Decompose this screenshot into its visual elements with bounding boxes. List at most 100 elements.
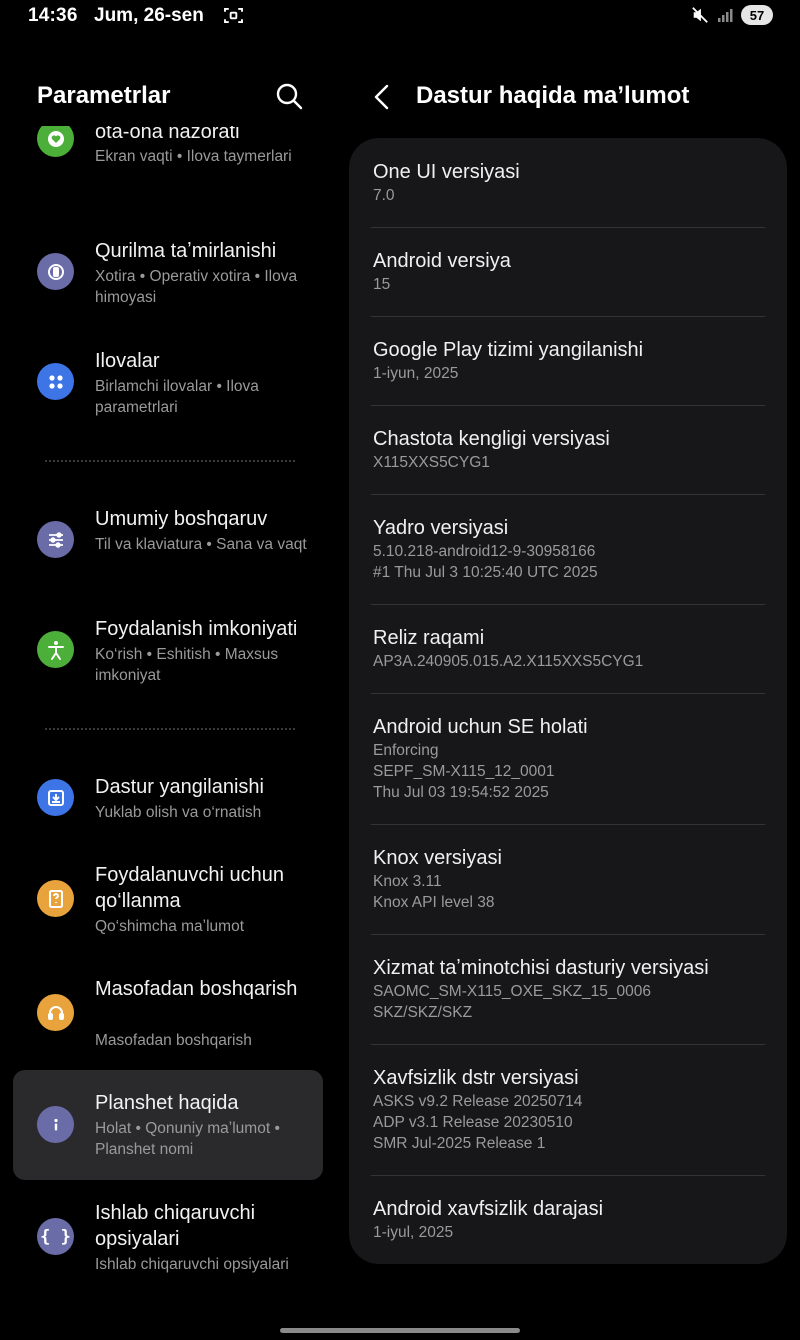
info-row-security-patch-level[interactable]: Android xavfsizlik darajasi 1-iyul, 2025 — [373, 1196, 765, 1243]
row-separator — [371, 934, 765, 935]
info-row-android-version[interactable]: Android versiya 15 — [373, 248, 765, 295]
detail-title: Dastur haqida maʼlumot — [416, 82, 690, 109]
menu-item-subtitle: Holat • Qonuniy maʼlumot • Planshet nomi — [95, 1120, 280, 1158]
info-label: One UI versiyasi — [373, 161, 520, 183]
info-icon — [37, 1106, 74, 1143]
settings-header: Parametrlar — [37, 82, 307, 114]
menu-item-general-management[interactable]: Umumiy boshqaruv Til va klaviatura • San… — [13, 494, 323, 578]
status-time: 14:36 — [28, 5, 78, 26]
menu-item-subtitle: Ko‘rish • Eshitish • Maxsus imkoniyat — [95, 646, 279, 684]
menu-item-subtitle: Qo‘shimcha maʼlumot — [95, 918, 245, 935]
menu-item-user-manual[interactable]: Foydalanuvchi uchun qo‘llanma Qo‘shimcha… — [13, 850, 323, 950]
row-separator — [371, 693, 765, 694]
menu-item-remote-support[interactable]: Masofadan boshqarish Masofadan boshqaris… — [13, 964, 323, 1064]
menu-item-title: Masofadan boshqarish — [95, 978, 298, 1000]
menu-item-title: Dastur yangilanishi — [95, 776, 264, 798]
menu-item-title: Foydalanish imkoniyati — [95, 618, 298, 640]
menu-item-subtitle: Xotira • Operativ xotira • Ilova himoyas… — [95, 268, 298, 306]
menu-item-title: ota-ona nazorati — [95, 126, 240, 143]
battery-indicator: 57 — [741, 5, 773, 25]
menu-item-accessibility[interactable]: Foydalanish imkoniyati Ko‘rish • Eshitis… — [13, 604, 323, 688]
menu-item-title: Umumiy boshqaruv — [95, 508, 268, 530]
row-separator — [371, 604, 765, 605]
back-arrow-icon[interactable] — [370, 83, 396, 111]
info-value: 1-iyun, 2025 — [373, 365, 459, 382]
menu-item-title: Ilovalar — [95, 350, 160, 372]
settings-title: Parametrlar — [37, 82, 171, 109]
info-label: Xavfsizlik dstr versiyasi — [373, 1067, 579, 1089]
manual-icon — [37, 880, 74, 917]
mute-icon — [692, 7, 708, 23]
search-icon[interactable] — [275, 82, 303, 110]
menu-item-parental-controls[interactable]: ota-ona nazorati Ekran vaqti • Ilova tay… — [13, 126, 323, 200]
software-info-card: One UI versiyasi 7.0 Android versiya 15 … — [349, 138, 787, 1264]
info-row-knox-version[interactable]: Knox versiyasi Knox 3.11 Knox API level … — [373, 845, 765, 913]
info-row-se-status[interactable]: Android uchun SE holati Enforcing SEPF_S… — [373, 714, 765, 803]
menu-item-subtitle: Birlamchi ilovalar • Ilova parametrlari — [95, 378, 259, 416]
info-row-google-play-update[interactable]: Google Play tizimi yangilanishi 1-iyun, … — [373, 337, 765, 384]
info-value: ADP v3.1 Release 20230510 — [373, 1114, 573, 1131]
accessibility-icon — [37, 631, 74, 668]
info-label: Reliz raqami — [373, 627, 485, 649]
info-row-build-number[interactable]: Reliz raqami AP3A.240905.015.A2.X115XXS5… — [373, 625, 765, 672]
row-separator — [371, 824, 765, 825]
info-value: Enforcing — [373, 742, 439, 759]
info-value: SAOMC_SM-X115_OXE_SKZ_15_0006 — [373, 983, 652, 1000]
apps-icon — [37, 363, 74, 400]
braces-icon: { } — [37, 1218, 74, 1255]
info-value: ASKS v9.2 Release 20250714 — [373, 1093, 583, 1110]
info-label: Android uchun SE holati — [373, 716, 588, 738]
info-label: Google Play tizimi yangilanishi — [373, 339, 644, 361]
info-label: Knox versiyasi — [373, 847, 502, 869]
sliders-icon — [37, 521, 74, 558]
info-row-baseband-version[interactable]: Chastota kengligi versiyasi X115XXS5CYG1 — [373, 426, 765, 473]
info-label: Android versiya — [373, 250, 511, 272]
row-separator — [371, 227, 765, 228]
menu-item-subtitle: Yuklab olish va o‘rnatish — [95, 804, 262, 821]
info-label: Android xavfsizlik darajasi — [373, 1198, 604, 1220]
info-value: Knox API level 38 — [373, 894, 495, 911]
headset-icon — [37, 994, 74, 1031]
info-row-one-ui[interactable]: One UI versiyasi 7.0 — [373, 159, 765, 206]
row-separator — [371, 316, 765, 317]
info-label: Xizmat taʼminotchisi dasturiy versiyasi — [373, 957, 709, 979]
info-value: #1 Thu Jul 3 10:25:40 UTC 2025 — [373, 564, 598, 581]
info-value: 15 — [373, 276, 391, 293]
menu-item-developer-options[interactable]: { } Ishlab chiqaruvchi opsiyalari Ishlab… — [13, 1188, 323, 1288]
row-separator — [371, 405, 765, 406]
device-care-icon — [37, 253, 74, 290]
info-value: SEPF_SM-X115_12_0001 — [373, 763, 555, 780]
info-value: SMR Jul-2025 Release 1 — [373, 1135, 546, 1152]
menu-item-about-tablet[interactable]: Planshet haqida Holat • Qonuniy maʼlumot… — [13, 1070, 323, 1180]
menu-item-title: Ishlab chiqaruvchi opsiyalari — [95, 1202, 256, 1250]
heart-icon — [37, 126, 74, 157]
info-row-kernel-version[interactable]: Yadro versiyasi 5.10.218-android12-9-309… — [373, 515, 765, 583]
screenshot-icon — [224, 7, 243, 24]
info-label: Chastota kengligi versiyasi — [373, 428, 610, 450]
section-divider — [45, 460, 295, 462]
status-bar: 14:36 Jum, 26-sen 57 — [0, 0, 800, 34]
info-value: X115XXS5CYG1 — [373, 454, 490, 471]
section-divider — [45, 728, 295, 730]
info-value: 1-iyul, 2025 — [373, 1224, 454, 1241]
status-date: Jum, 26-sen — [94, 5, 204, 26]
menu-item-title: Foydalanuvchi uchun qo‘llanma — [95, 864, 285, 912]
home-indicator[interactable] — [280, 1328, 520, 1333]
info-row-service-provider-sw[interactable]: Xizmat taʼminotchisi dasturiy versiyasi … — [373, 955, 765, 1023]
info-row-security-sw-version[interactable]: Xavfsizlik dstr versiyasi ASKS v9.2 Rele… — [373, 1065, 765, 1154]
detail-header: Dastur haqida maʼlumot — [370, 80, 770, 114]
menu-item-subtitle: Masofadan boshqarish — [95, 1032, 252, 1049]
menu-item-subtitle: Til va klaviatura • Sana va vaqt — [95, 536, 307, 553]
menu-item-device-care[interactable]: Qurilma taʼmirlanishi Xotira • Operativ … — [13, 226, 323, 310]
row-separator — [371, 1044, 765, 1045]
menu-item-apps[interactable]: Ilovalar Birlamchi ilovalar • Ilova para… — [13, 336, 323, 420]
info-value: AP3A.240905.015.A2.X115XXS5CYG1 — [373, 653, 644, 670]
download-icon — [37, 779, 74, 816]
info-label: Yadro versiyasi — [373, 517, 509, 539]
menu-item-title: Planshet haqida — [95, 1092, 239, 1114]
settings-list[interactable]: ota-ona nazorati Ekran vaqti • Ilova tay… — [0, 126, 340, 1300]
info-value: SKZ/SKZ/SKZ — [373, 1004, 473, 1021]
info-value: Thu Jul 03 19:54:52 2025 — [373, 784, 549, 801]
row-separator — [371, 1175, 765, 1176]
menu-item-software-update[interactable]: Dastur yangilanishi Yuklab olish va o‘rn… — [13, 762, 323, 834]
